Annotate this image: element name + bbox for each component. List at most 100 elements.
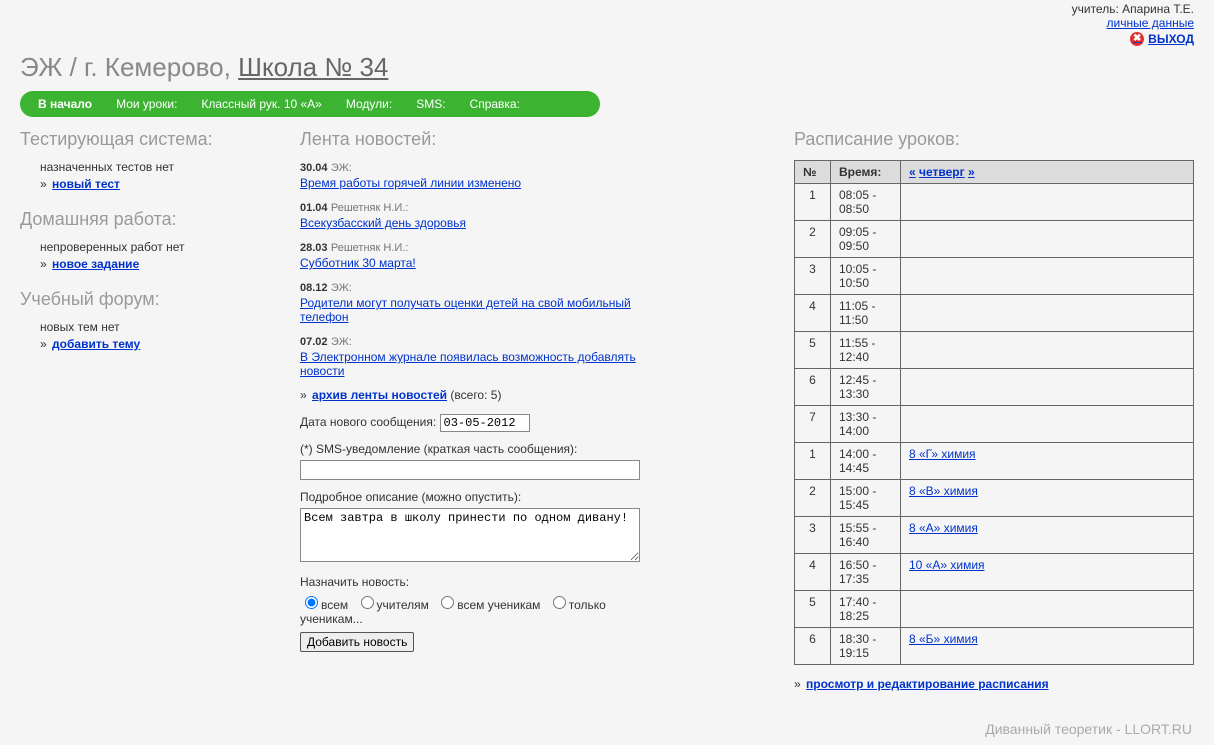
cell-num: 2 [795, 221, 831, 258]
radio-pupils[interactable] [441, 596, 454, 609]
cell-num: 5 [795, 591, 831, 628]
subject-link[interactable]: 8 «Г» химия [909, 447, 976, 461]
news-item: 30.04 ЭЖ: Время работы горячей линии изме… [300, 160, 660, 190]
news-link[interactable]: Время работы горячей линии изменено [300, 176, 660, 190]
nav-sms[interactable]: SMS: [416, 97, 445, 111]
day-name-link[interactable]: четверг [919, 165, 965, 179]
schedule-row: 713:30 -14:00 [795, 406, 1194, 443]
cell-subject [901, 406, 1194, 443]
cell-time: 16:50 -17:35 [831, 554, 901, 591]
radio-pupils-label: всем ученикам [457, 598, 540, 612]
cell-subject [901, 369, 1194, 406]
news-source: Решетняк Н.И.: [331, 202, 409, 214]
news-link[interactable]: Субботник 30 марта! [300, 256, 660, 270]
subject-link[interactable]: 8 «В» химия [909, 484, 978, 498]
cell-time: 15:00 -15:45 [831, 480, 901, 517]
cell-num: 7 [795, 406, 831, 443]
homework-title: Домашняя работа: [20, 209, 270, 230]
cell-subject [901, 591, 1194, 628]
nav-help[interactable]: Справка: [470, 97, 520, 111]
page-title: ЭЖ / г. Кемерово, Школа № 34 [20, 52, 1214, 83]
schedule-row: 517:40 -18:25 [795, 591, 1194, 628]
prev-day-link[interactable]: « [909, 165, 916, 179]
news-date-input[interactable] [440, 414, 530, 432]
forum-title: Учебный форум: [20, 289, 270, 310]
col-num: № [795, 161, 831, 184]
raquo-icon: » [40, 337, 49, 351]
news-source: ЭЖ: [331, 162, 352, 174]
news-link[interactable]: Родители могут получать оценки детей на … [300, 296, 660, 324]
next-day-link[interactable]: » [968, 165, 975, 179]
new-homework-link[interactable]: новое задание [52, 257, 139, 271]
news-item: 07.02 ЭЖ: В Электронном журнале появилась… [300, 334, 660, 378]
logout-link[interactable]: ✖ ВЫХОД [1130, 32, 1194, 46]
radio-teachers-label: учителям [377, 598, 429, 612]
radio-all-label: всем [321, 598, 348, 612]
logout-icon: ✖ [1130, 32, 1144, 46]
news-source: Решетняк Н.И.: [331, 242, 409, 254]
schedule-row: 215:00 -15:45 8 «В» химия [795, 480, 1194, 517]
nav-home[interactable]: В начало [38, 97, 92, 111]
nav-lessons[interactable]: Мои уроки: [116, 97, 177, 111]
cell-num: 6 [795, 628, 831, 665]
raquo-icon: » [40, 177, 49, 191]
news-date: 28.03 [300, 242, 328, 254]
cell-num: 1 [795, 184, 831, 221]
logout-label: ВЫХОД [1148, 32, 1194, 46]
schedule-row: 511:55 -12:40 [795, 332, 1194, 369]
testing-title: Тестирующая система: [20, 129, 270, 150]
news-date: 07.02 [300, 336, 328, 348]
main-nav: В начало Мои уроки: Классный рук. 10 «А»… [20, 91, 600, 117]
cell-subject: 8 «А» химия [901, 517, 1194, 554]
subject-link[interactable]: 8 «Б» химия [909, 632, 978, 646]
personal-data-link[interactable]: личные данные [1107, 16, 1194, 30]
new-test-link[interactable]: новый тест [52, 177, 120, 191]
col-time: Время: [831, 161, 901, 184]
cell-time: 18:30 -19:15 [831, 628, 901, 665]
news-source: ЭЖ: [331, 282, 352, 294]
news-date: 30.04 [300, 162, 328, 174]
cell-num: 4 [795, 295, 831, 332]
sms-input[interactable] [300, 460, 640, 480]
schedule-row: 114:00 -14:458 «Г» химия [795, 443, 1194, 480]
news-archive-link[interactable]: архив ленты новостей [312, 388, 447, 402]
nav-class[interactable]: Классный рук. 10 «А» [201, 97, 321, 111]
nav-modules[interactable]: Модули: [346, 97, 392, 111]
edit-schedule-link[interactable]: просмотр и редактирование расписания [806, 677, 1049, 691]
news-link[interactable]: В Электронном журнале появилась возможно… [300, 350, 660, 378]
radio-all[interactable] [305, 596, 318, 609]
schedule-row: 310:05 -10:50 [795, 258, 1194, 295]
cell-num: 5 [795, 332, 831, 369]
raquo-icon: » [794, 677, 803, 691]
subject-link[interactable]: 8 «А» химия [909, 521, 978, 535]
radio-pupils-only[interactable] [553, 596, 566, 609]
cell-time: 14:00 -14:45 [831, 443, 901, 480]
detail-label: Подробное описание (можно опустить): [300, 490, 660, 504]
add-topic-link[interactable]: добавить тему [52, 337, 140, 351]
teacher-name: Апарина Т.Е. [1122, 2, 1194, 16]
add-news-button[interactable]: Добавить новость [300, 632, 414, 652]
news-source: ЭЖ: [331, 336, 352, 348]
radio-teachers[interactable] [361, 596, 374, 609]
cell-time: 08:05 -08:50 [831, 184, 901, 221]
news-title: Лента новостей: [300, 129, 660, 150]
cell-num: 4 [795, 554, 831, 591]
schedule-row: 315:55 -16:408 «А» химия [795, 517, 1194, 554]
school-link[interactable]: Школа № 34 [238, 52, 388, 82]
cell-subject [901, 295, 1194, 332]
news-item: 01.04 Решетняк Н.И.:Всекузбасский день з… [300, 200, 660, 230]
schedule-row: 416:50 -17:35 10 «А» химия [795, 554, 1194, 591]
cell-subject [901, 332, 1194, 369]
cell-subject: 8 «В» химия [901, 480, 1194, 517]
no-tests-text: назначенных тестов нет [40, 160, 270, 174]
subject-link[interactable]: 10 «А» химия [909, 558, 985, 572]
detail-textarea[interactable]: Всем завтра в школу принести по одном ди… [300, 508, 640, 562]
cell-time: 12:45 -13:30 [831, 369, 901, 406]
cell-num: 2 [795, 480, 831, 517]
news-date: 08.12 [300, 282, 328, 294]
news-link[interactable]: Всекузбасский день здоровья [300, 216, 660, 230]
teacher-prefix: учитель: [1072, 2, 1119, 16]
footer-text: Диванный теоретик - LLORT.RU [0, 703, 1214, 745]
raquo-icon: » [300, 388, 309, 402]
cell-time: 11:55 -12:40 [831, 332, 901, 369]
